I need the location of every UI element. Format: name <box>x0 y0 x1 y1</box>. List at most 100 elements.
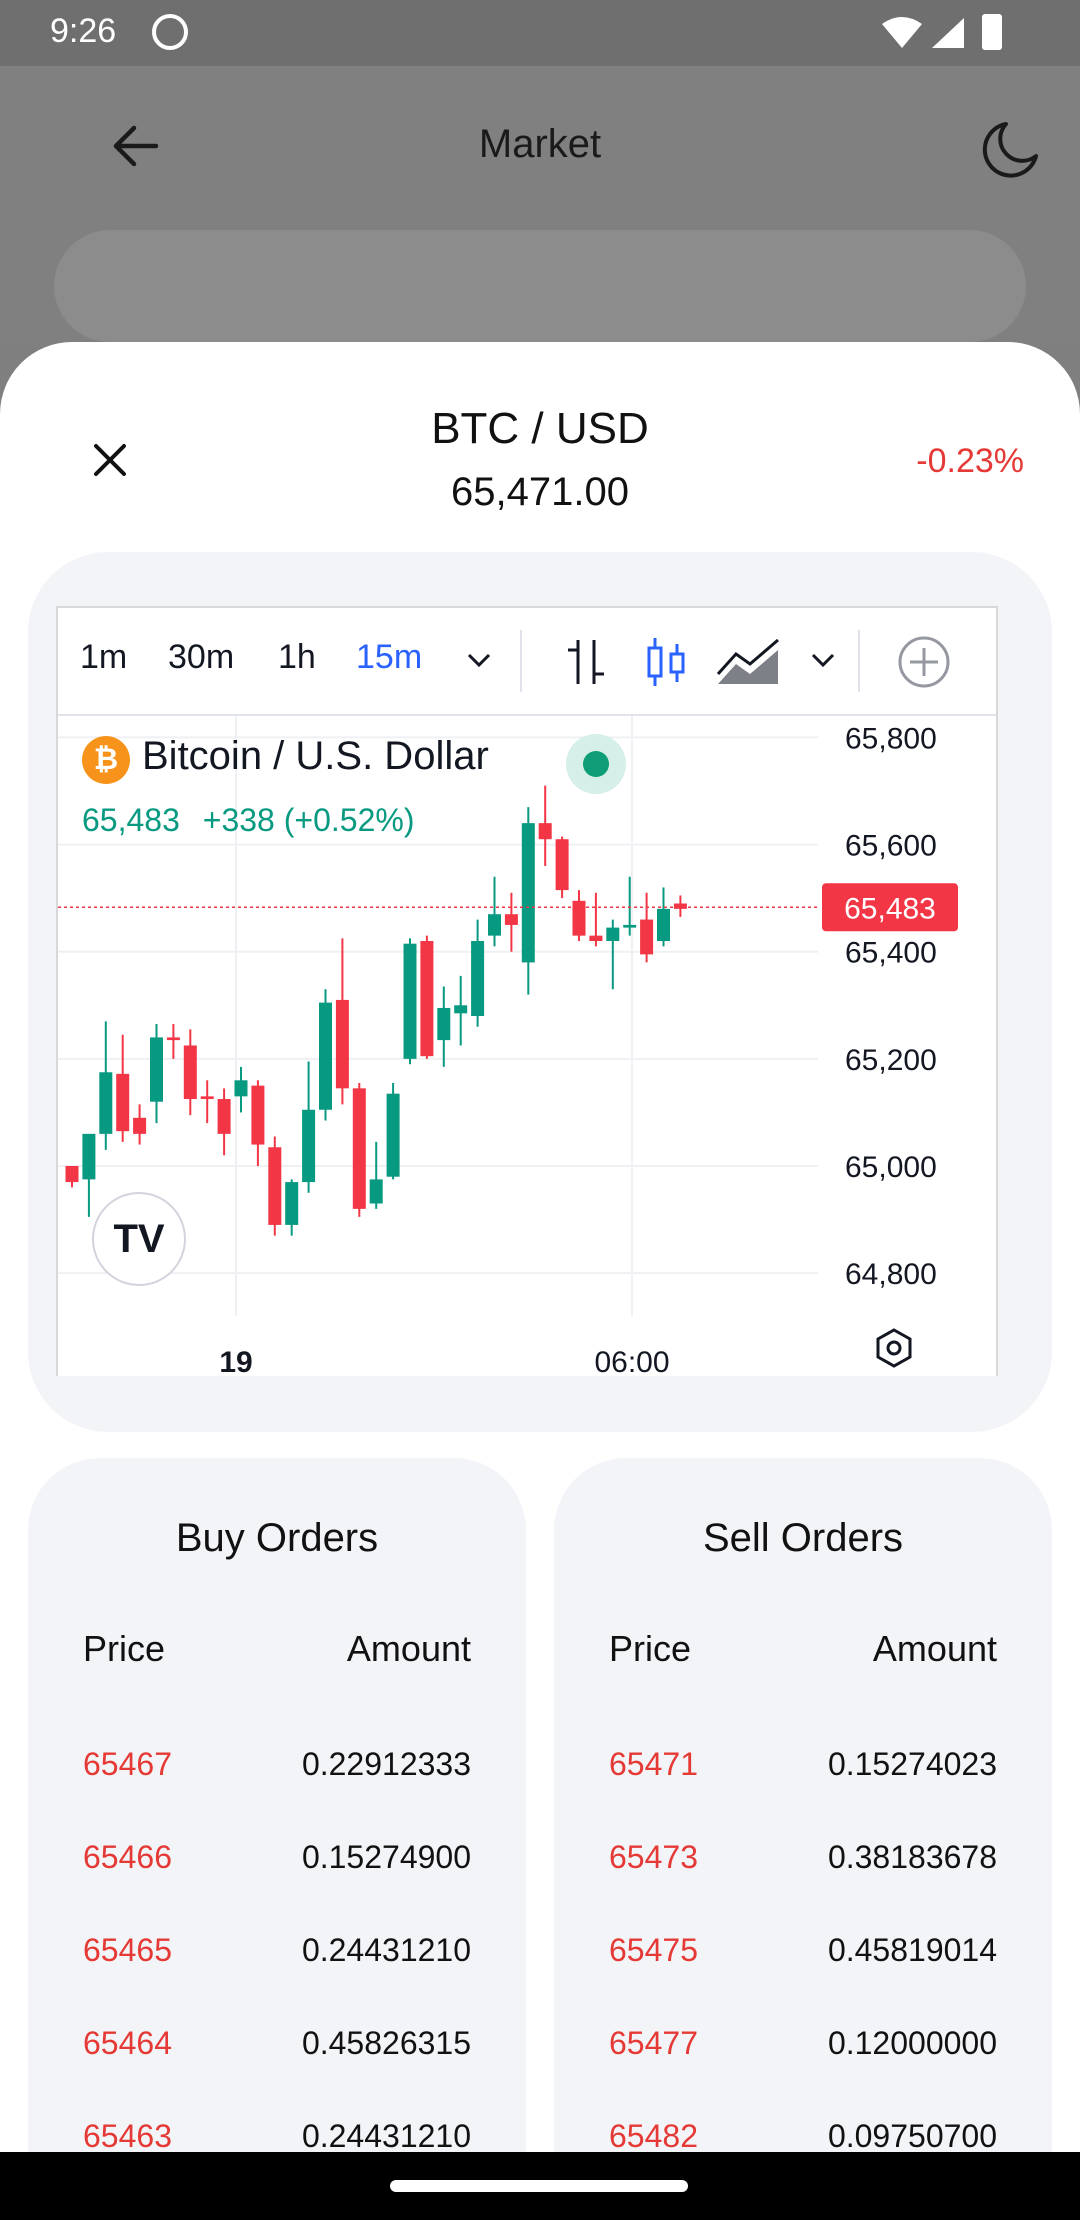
y-tick-label: 65,400 <box>845 937 937 970</box>
y-tick-label: 65,000 <box>845 1151 937 1184</box>
order-price: 65477 <box>609 2025 698 2061</box>
order-price: 65465 <box>83 1932 172 1968</box>
notification-icon <box>152 14 188 50</box>
candle-body <box>268 1147 282 1225</box>
order-price: 65464 <box>83 2025 172 2061</box>
buy-orders-panel: Buy Orders Price Amount 65467 0.22912333 … <box>28 1458 526 2220</box>
candle-body <box>623 924 637 928</box>
candle-body <box>251 1085 265 1145</box>
app-header: Market <box>0 66 1080 346</box>
candle-body <box>65 1166 79 1183</box>
candle-body <box>488 914 501 936</box>
candle-body <box>555 839 569 891</box>
candle-body <box>640 919 654 955</box>
y-tick-label: 65,200 <box>845 1044 937 1077</box>
order-price: 65466 <box>83 1839 172 1875</box>
candle-body <box>657 908 670 941</box>
order-amount: 0.24431210 <box>301 1932 471 1968</box>
buy-order-row[interactable]: 65465 0.24431210 <box>28 1932 526 2025</box>
candle-body <box>352 1088 366 1209</box>
candle-body <box>504 914 518 925</box>
sell-orders-title: Sell Orders <box>702 1516 904 1560</box>
chevron-down-icon[interactable] <box>466 652 492 670</box>
candle-body <box>200 1096 214 1100</box>
buy-order-row[interactable]: 65467 0.22912333 <box>28 1746 526 1839</box>
timeframe-1m[interactable]: 1m <box>80 638 127 677</box>
wifi-icon <box>882 17 922 48</box>
bar-chart-icon[interactable] <box>564 634 608 690</box>
y-tick-label: 65,600 <box>845 830 937 863</box>
candle-body <box>386 1093 400 1177</box>
candle-body <box>521 823 535 963</box>
buy-price-header: Price <box>83 1628 166 1669</box>
candle-body <box>538 823 552 840</box>
x-tick-label: 19 <box>219 1346 252 1376</box>
sell-order-row[interactable]: 65473 0.38183678 <box>554 1839 1052 1932</box>
chart-legend-values: 65,483 +338 (+0.52%) <box>82 802 428 839</box>
order-amount: 0.24431210 <box>301 2118 471 2154</box>
market-open-indicator <box>566 734 626 794</box>
candle-body <box>116 1073 130 1132</box>
candle-body <box>99 1072 113 1134</box>
chart-plot-area[interactable]: 65,483 65,800 65,600 65,400 65,200 65,000 64,8… <box>58 716 996 1376</box>
candle-body <box>302 1109 316 1183</box>
buy-order-row[interactable]: 65466 0.15274900 <box>28 1839 526 1932</box>
candle-body <box>285 1182 299 1225</box>
sell-order-row[interactable]: 65477 0.12000000 <box>554 2025 1052 2118</box>
candle-body <box>403 943 417 1059</box>
buy-orders-title: Buy Orders <box>175 1516 379 1560</box>
x-tick-label: 06:00 <box>594 1346 669 1376</box>
order-price: 65467 <box>83 1746 172 1782</box>
candle-body <box>217 1099 231 1134</box>
order-amount: 0.38183678 <box>827 1839 997 1875</box>
candle-body <box>673 903 687 909</box>
timeframe-30m[interactable]: 30m <box>168 638 234 677</box>
candle-body <box>369 1179 383 1204</box>
dark-mode-icon[interactable] <box>980 120 1040 180</box>
chart-settings-icon[interactable] <box>872 1326 916 1370</box>
order-price: 65463 <box>83 2118 172 2154</box>
area-chart-icon[interactable] <box>714 634 782 690</box>
timeframe-15m[interactable]: 15m <box>356 638 422 677</box>
legend-last-price: 65,483 <box>82 802 180 838</box>
candle-body <box>82 1133 96 1180</box>
add-indicator-icon[interactable] <box>896 634 952 690</box>
candle-body <box>572 900 586 936</box>
status-time: 9:26 <box>50 12 117 50</box>
sell-order-row[interactable]: 65475 0.45819014 <box>554 1932 1052 2025</box>
chart-symbol-title: Bitcoin / U.S. Dollar <box>142 734 489 778</box>
order-price: 65473 <box>609 1839 698 1875</box>
sell-order-row[interactable]: 65471 0.15274023 <box>554 1746 1052 1839</box>
candle-body <box>183 1045 197 1100</box>
candle-body <box>454 1005 468 1014</box>
candle-body <box>420 941 434 1057</box>
bitcoin-icon: ₿ <box>82 736 130 784</box>
tradingview-logo[interactable]: TV <box>92 1192 186 1286</box>
candle-body <box>589 935 603 941</box>
y-tick-label: 64,800 <box>845 1258 937 1291</box>
navigation-bar <box>0 2152 1080 2220</box>
price-change: -0.23% <box>916 442 1024 480</box>
legend-change: +338 (+0.52%) <box>202 802 415 838</box>
timeframe-1h[interactable]: 1h <box>278 638 316 677</box>
candle-body <box>319 1002 332 1110</box>
candle-body <box>471 941 485 1016</box>
status-bar: 9:26 <box>0 0 1080 66</box>
home-gesture-handle[interactable] <box>390 2180 688 2192</box>
page-title: Market <box>478 122 602 166</box>
tradingview-chart[interactable]: 1m 30m 1h 15m 65,483 65,800 65,600 65,40… <box>56 606 998 1376</box>
candle-body <box>234 1080 248 1097</box>
chevron-down-icon[interactable] <box>810 652 836 670</box>
signal-icon <box>932 18 964 48</box>
buy-order-row[interactable]: 65464 0.45826315 <box>28 2025 526 2118</box>
candles-chart-icon[interactable] <box>644 634 688 690</box>
order-price: 65471 <box>609 1746 698 1782</box>
order-amount: 0.12000000 <box>827 2025 997 2061</box>
order-amount: 0.15274900 <box>301 1839 471 1875</box>
order-amount: 0.45819014 <box>827 1932 997 1968</box>
order-amount: 0.22912333 <box>301 1746 471 1782</box>
buy-amount-header: Amount <box>346 1628 471 1669</box>
sell-amount-header: Amount <box>872 1628 997 1669</box>
order-price: 65482 <box>609 2118 698 2154</box>
candle-body <box>133 1117 147 1134</box>
